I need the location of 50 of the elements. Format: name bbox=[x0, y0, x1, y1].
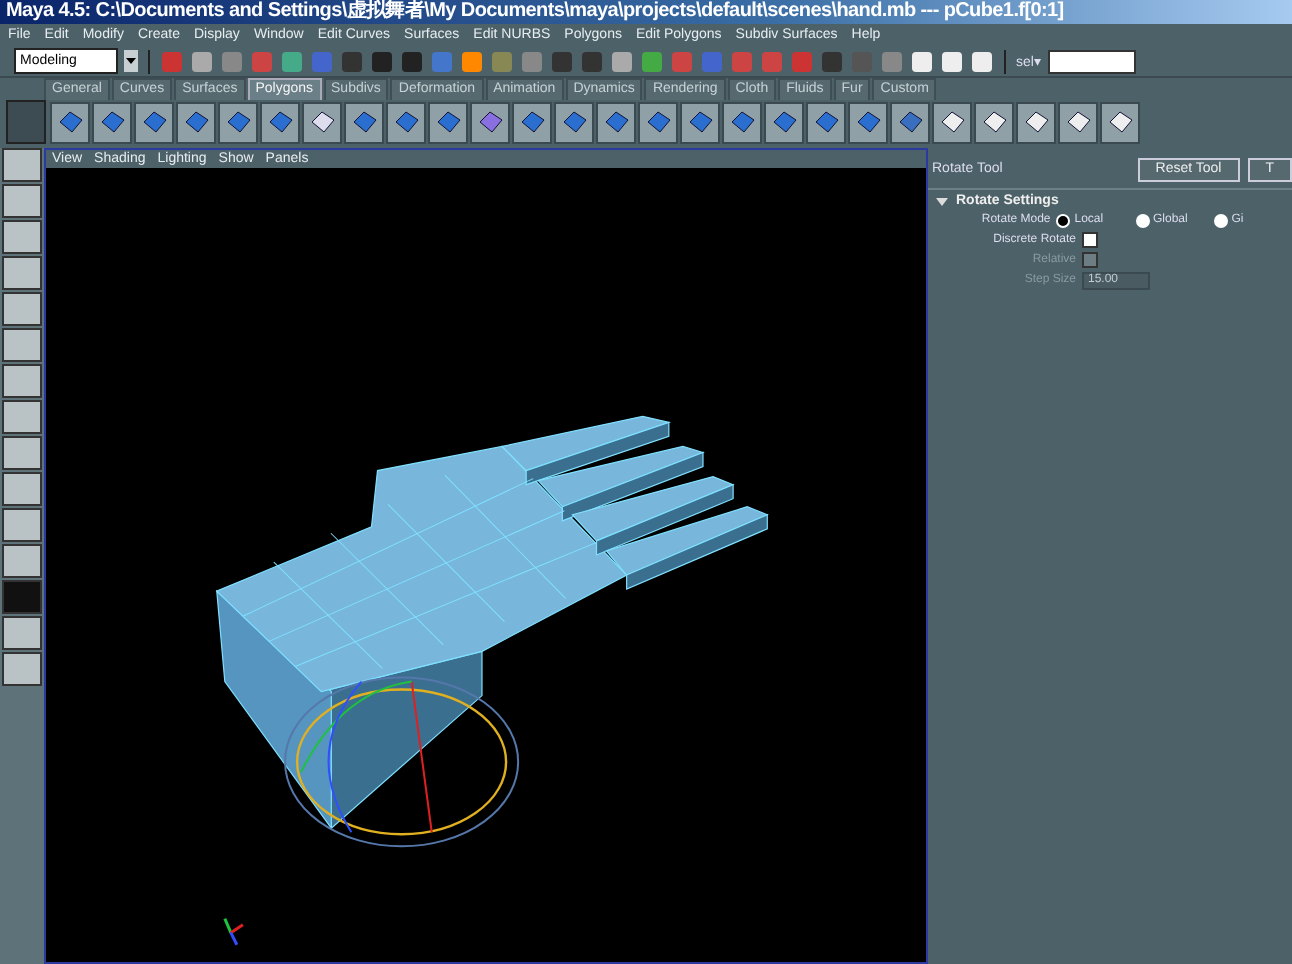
shelf-tool-icon[interactable] bbox=[260, 101, 300, 143]
shelf-tool-icon[interactable] bbox=[302, 101, 342, 143]
tool-icon[interactable] bbox=[2, 364, 42, 398]
shelf-tool-icon[interactable] bbox=[848, 101, 888, 143]
shelf-tool-icon[interactable] bbox=[1100, 101, 1140, 143]
shelf-tool-icon[interactable] bbox=[386, 101, 426, 143]
tool-icon[interactable] bbox=[2, 508, 42, 542]
tool-icon[interactable] bbox=[2, 652, 42, 686]
tool-icon[interactable] bbox=[2, 328, 42, 362]
shelf-tool-icon[interactable] bbox=[806, 101, 846, 143]
shelf-tool-icon[interactable] bbox=[554, 101, 594, 143]
shelf-tool-icon[interactable] bbox=[890, 101, 930, 143]
checkbox[interactable] bbox=[1082, 232, 1098, 248]
shelf-tool-icon[interactable] bbox=[1016, 101, 1056, 143]
shelf-tool-icon[interactable] bbox=[764, 101, 804, 143]
axis-indicator-icon bbox=[223, 918, 244, 946]
shelf-tool-icon[interactable] bbox=[92, 101, 132, 143]
shelf-tool-icon[interactable] bbox=[638, 101, 678, 143]
tool-icon[interactable] bbox=[2, 184, 42, 218]
shelf-tool-icon[interactable] bbox=[722, 101, 762, 143]
expand-triangle-icon[interactable] bbox=[936, 197, 948, 205]
shelf-tool-icon[interactable] bbox=[1058, 101, 1098, 143]
shelf-tool-icon[interactable] bbox=[176, 101, 216, 143]
tool-icon[interactable] bbox=[2, 148, 42, 182]
tool-icon[interactable] bbox=[2, 256, 42, 290]
shelf-tool-icon[interactable] bbox=[974, 101, 1014, 143]
shelf-tool-icon[interactable] bbox=[218, 101, 258, 143]
shelf-tool-icon[interactable] bbox=[428, 101, 468, 143]
radio-button[interactable] bbox=[1213, 213, 1228, 227]
tool-icon[interactable] bbox=[2, 220, 42, 254]
shelf-tool-icon[interactable] bbox=[932, 101, 972, 143]
viewport-canvas[interactable] bbox=[46, 168, 926, 962]
tool-icon[interactable] bbox=[2, 400, 42, 434]
tool-icon[interactable] bbox=[2, 436, 42, 470]
shelf-tool-icon[interactable] bbox=[680, 101, 720, 143]
shelf-tool-icon[interactable] bbox=[134, 101, 174, 143]
shelf-tool-icon[interactable] bbox=[344, 101, 384, 143]
tool-icon[interactable] bbox=[2, 472, 42, 506]
shelf-tool-icon[interactable] bbox=[512, 101, 552, 143]
tool-icon[interactable] bbox=[2, 616, 42, 650]
shelf-tool-icon[interactable] bbox=[50, 101, 90, 143]
tool-icon[interactable] bbox=[2, 544, 42, 578]
radio-button[interactable] bbox=[1056, 213, 1071, 227]
shelf-tool-icon[interactable] bbox=[470, 101, 510, 143]
caret-icon[interactable] bbox=[124, 50, 138, 72]
tool-icon[interactable] bbox=[2, 292, 42, 326]
rotate-manipulator-drawing[interactable] bbox=[284, 676, 520, 848]
selection-input-field[interactable] bbox=[1047, 49, 1136, 73]
radio-button[interactable] bbox=[1135, 213, 1149, 227]
shelf-tool-icon[interactable] bbox=[596, 101, 636, 143]
